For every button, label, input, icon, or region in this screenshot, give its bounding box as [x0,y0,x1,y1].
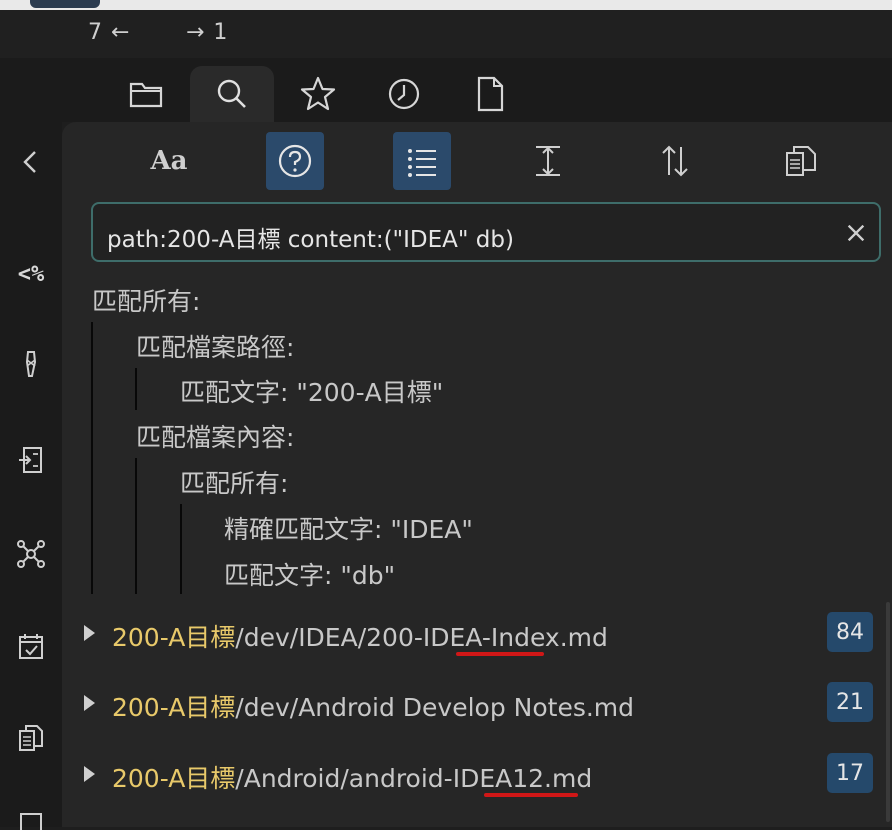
tree-guide-1 [135,368,137,410]
result-path-c: Index.md [490,623,608,652]
tab-bookmarks[interactable] [276,66,360,122]
folder-icon [129,82,163,108]
match-count-badge: 84 [827,612,873,652]
copy-icon [786,146,816,176]
tree-guide-2 [135,458,137,594]
tab-files[interactable] [104,66,188,122]
match-count-badge: 17 [827,753,873,793]
expand-triangle-icon[interactable] [84,625,95,641]
sort-button[interactable] [646,132,704,190]
app-blob [30,0,100,8]
annotation-underline [484,793,578,797]
back-button[interactable]: 7 ← [88,20,130,45]
tree-guide-0 [91,322,93,594]
explain-line: 匹配所有: [180,469,289,498]
search-result[interactable]: 200-A目標/dev/Android Develop Notes.md 21 [62,675,892,735]
list-view-button[interactable] [393,132,451,190]
search-result[interactable]: 200-A目標/Android/android-IDEA12.md 17 [62,746,892,806]
tree-guide-3 [180,504,182,594]
copy-icon[interactable] [11,718,51,758]
result-path-b: -IDEA- [413,623,491,652]
vertical-expand-icon [536,146,560,176]
expand-triangle-icon[interactable] [84,695,95,711]
result-path: 200-A目標/dev/IDEA/200-IDEA-Index.md [112,618,608,654]
search-result[interactable]: 200-A目標/dev/IDEA/200-IDEA-Index.md 84 [62,605,892,665]
collapse-icon[interactable] [11,142,51,182]
expand-triangle-icon[interactable] [84,766,95,782]
explain-line: 精確匹配文字: "IDEA" [224,515,473,544]
result-path: 200-A目標/Android/android-IDEA12.md [112,759,592,795]
search-panel: Aa path:200-A目標 content:("IDEA" db) 匹配所有… [62,122,892,827]
result-prefix: 200-A目標 [112,764,236,793]
clear-search-button[interactable] [841,218,871,248]
match-case-label: Aa [150,146,188,176]
results-scrollbar[interactable] [886,602,890,822]
extra-icon[interactable] [11,810,51,830]
search-input[interactable]: path:200-A目標 content:("IDEA" db) [107,220,514,254]
sidebar-tab-bar [62,58,892,122]
explain-line: 匹配所有: [92,287,201,316]
search-icon [217,79,246,108]
explain-line: 匹配檔案內容: [136,423,295,452]
close-icon [847,224,865,242]
tab-search[interactable] [190,66,274,122]
result-path: 200-A目標/dev/Android Develop Notes.md [112,688,634,724]
question-icon [278,144,312,178]
percent-label: <% [17,261,45,287]
annotation-underline [456,652,544,656]
result-path-a: /Android/android [235,764,444,793]
tag-icon[interactable] [11,344,51,384]
calendar-check-icon[interactable] [11,626,51,666]
collapse-expand-button[interactable] [519,132,577,190]
percent-icon[interactable]: <% [11,254,51,294]
file-icon [477,76,504,112]
result-path-a: /dev/Android Develop Notes.md [235,693,635,722]
title-bar: 7 ← → 1 [0,10,892,58]
explain-line: 匹配檔案路徑: [136,333,295,362]
star-icon [300,76,336,111]
search-input-box[interactable]: path:200-A目標 content:("IDEA" db) [91,202,881,262]
result-path-b: -IDEA12 [443,764,545,793]
graph-icon[interactable] [11,534,51,574]
match-count-badge: 21 [827,682,873,722]
clock-icon [388,78,420,110]
tab-file[interactable] [448,66,532,122]
result-path-c: .md [544,764,593,793]
import-icon[interactable] [11,440,51,480]
match-case-button[interactable]: Aa [140,132,198,190]
sort-icon [662,145,688,177]
tab-recent[interactable] [362,66,446,122]
copy-results-button[interactable] [772,132,830,190]
forward-button[interactable]: → 1 [186,20,228,45]
explain-query-button[interactable] [266,132,324,190]
explain-line: 匹配文字: "db" [224,561,396,590]
result-prefix: 200-A目標 [112,623,236,652]
list-icon [408,149,436,177]
result-prefix: 200-A目標 [112,693,236,722]
result-path-a: /dev/IDEA/200 [235,623,414,652]
explain-line: 匹配文字: "200-A目標" [180,378,444,407]
window-top-strip [0,0,892,10]
